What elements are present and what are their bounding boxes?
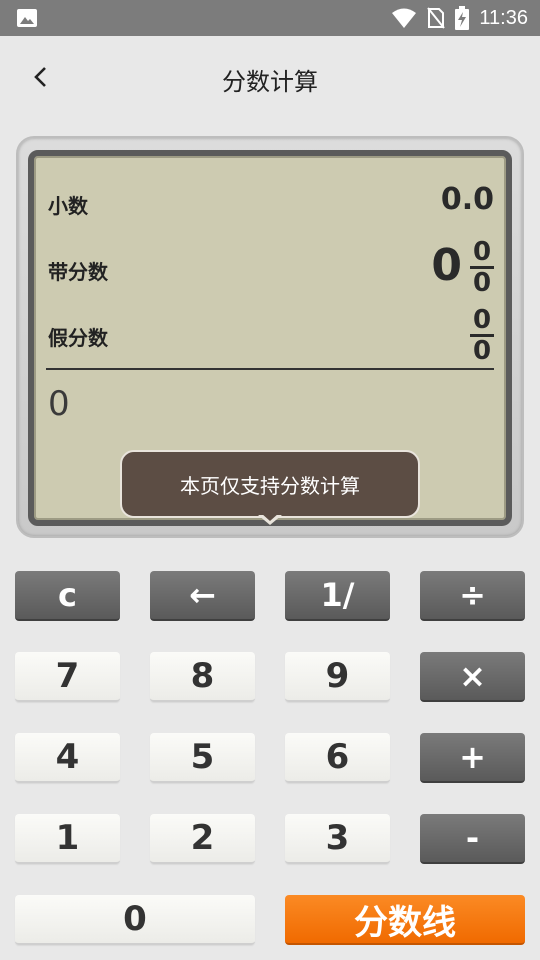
improper-denominator: 0 <box>472 336 492 366</box>
improper-fraction-label: 假分数 <box>48 326 108 350</box>
toast-message: 本页仅支持分数计算 <box>120 450 420 518</box>
digit-5-button[interactable]: 5 <box>150 733 255 783</box>
mixed-numerator: 0 <box>470 238 494 269</box>
digit-2-button[interactable]: 2 <box>150 814 255 864</box>
toast-text: 本页仅支持分数计算 <box>180 473 360 498</box>
digit-3-button[interactable]: 3 <box>285 814 390 864</box>
no-sim-icon <box>427 7 446 29</box>
battery-charging-icon <box>455 6 470 30</box>
improper-fraction-value: 0 0 <box>470 306 494 365</box>
clear-button[interactable]: c <box>15 571 120 621</box>
gallery-icon <box>17 9 37 27</box>
app-header: 分数计算 <box>0 36 540 120</box>
mixed-fraction-label: 带分数 <box>48 260 108 284</box>
digit-6-button[interactable]: 6 <box>285 733 390 783</box>
multiply-button[interactable]: × <box>420 652 525 702</box>
wifi-icon <box>392 8 417 28</box>
digit-9-button[interactable]: 9 <box>285 652 390 702</box>
page-title: 分数计算 <box>222 68 318 96</box>
decimal-value: 0.0 <box>440 182 494 217</box>
minus-button[interactable]: - <box>420 814 525 864</box>
decimal-label: 小数 <box>48 194 88 218</box>
mixed-denominator: 0 <box>472 268 492 298</box>
divide-button[interactable]: ÷ <box>420 571 525 621</box>
improper-numerator: 0 <box>470 306 494 337</box>
mixed-fraction-value: 0 0 <box>470 238 494 297</box>
digit-1-button[interactable]: 1 <box>15 814 120 864</box>
digit-4-button[interactable]: 4 <box>15 733 120 783</box>
digit-0-button[interactable]: 0 <box>15 895 255 945</box>
reciprocal-button[interactable]: 1/ <box>285 571 390 621</box>
backspace-button[interactable]: ← <box>150 571 255 621</box>
digit-8-button[interactable]: 8 <box>150 652 255 702</box>
toast-pointer <box>258 513 282 525</box>
mixed-whole-value: 0 <box>431 240 462 291</box>
display-divider <box>46 368 494 370</box>
status-time: 11:36 <box>479 6 528 29</box>
digit-7-button[interactable]: 7 <box>15 652 120 702</box>
plus-button[interactable]: + <box>420 733 525 783</box>
input-value: 0 <box>48 384 70 424</box>
fraction-line-button[interactable]: 分数线 <box>285 895 525 945</box>
status-bar: 11:36 <box>0 0 540 36</box>
